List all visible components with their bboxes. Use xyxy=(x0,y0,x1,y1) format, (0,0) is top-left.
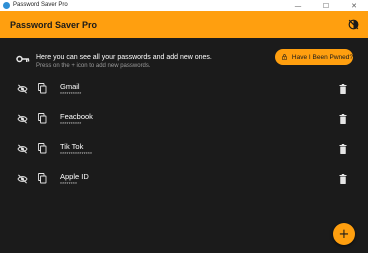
key-icon xyxy=(16,55,30,63)
maximize-button[interactable]: ☐ xyxy=(312,0,340,11)
delete-icon[interactable] xyxy=(339,114,347,124)
password-row: Feacbook ********** xyxy=(0,105,368,135)
password-name: Apple ID xyxy=(60,172,89,181)
visibility-off-icon[interactable] xyxy=(17,174,28,184)
visibility-off-icon[interactable] xyxy=(17,144,28,154)
password-row: Gmail ********** xyxy=(0,75,368,105)
masked-password: ********** xyxy=(60,92,82,98)
info-section: Here you can see all your passwords and … xyxy=(0,48,368,76)
window-title: Password Saver Pro xyxy=(13,2,68,8)
plus-icon: + xyxy=(338,226,350,242)
info-hint: Press on the + icon to add new passwords… xyxy=(36,63,151,69)
have-i-been-pwned-button[interactable]: Have I Been Pwned? xyxy=(275,49,353,65)
visibility-off-icon[interactable] xyxy=(17,84,28,94)
theme-toggle-icon[interactable] xyxy=(347,18,360,31)
close-button[interactable]: ✕ xyxy=(340,0,368,11)
copy-icon[interactable] xyxy=(38,143,47,154)
masked-password: ******** xyxy=(60,182,78,188)
delete-icon[interactable] xyxy=(339,84,347,94)
password-name: Gmail xyxy=(60,82,80,91)
password-list: Gmail ********** Feacbook ********** Tik… xyxy=(0,75,368,195)
copy-icon[interactable] xyxy=(38,173,47,184)
add-password-button[interactable]: + xyxy=(333,223,355,245)
lock-icon xyxy=(282,54,287,60)
delete-icon[interactable] xyxy=(339,144,347,154)
masked-password: *************** xyxy=(60,152,93,158)
visibility-off-icon[interactable] xyxy=(17,114,28,124)
app-window: Password Saver Pro — ☐ ✕ Password Saver … xyxy=(0,0,368,253)
minimize-button[interactable]: — xyxy=(284,0,312,11)
copy-icon[interactable] xyxy=(38,113,47,124)
password-name: Feacbook xyxy=(60,112,93,121)
app-logo-icon xyxy=(3,2,10,9)
password-row: Apple ID ******** xyxy=(0,165,368,195)
password-name: Tik Tok xyxy=(60,142,84,151)
window-controls: — ☐ ✕ xyxy=(284,0,368,11)
info-text: Here you can see all your passwords and … xyxy=(36,53,212,71)
window-titlebar: Password Saver Pro — ☐ ✕ xyxy=(0,0,368,11)
password-row: Tik Tok *************** xyxy=(0,135,368,165)
pwned-button-label: Have I Been Pwned? xyxy=(291,53,353,61)
app-title: Password Saver Pro xyxy=(10,19,98,30)
delete-icon[interactable] xyxy=(339,174,347,184)
masked-password: ********** xyxy=(60,122,82,128)
app-bar: Password Saver Pro xyxy=(0,11,368,38)
copy-icon[interactable] xyxy=(38,83,47,94)
info-description: Here you can see all your passwords and … xyxy=(36,54,212,61)
